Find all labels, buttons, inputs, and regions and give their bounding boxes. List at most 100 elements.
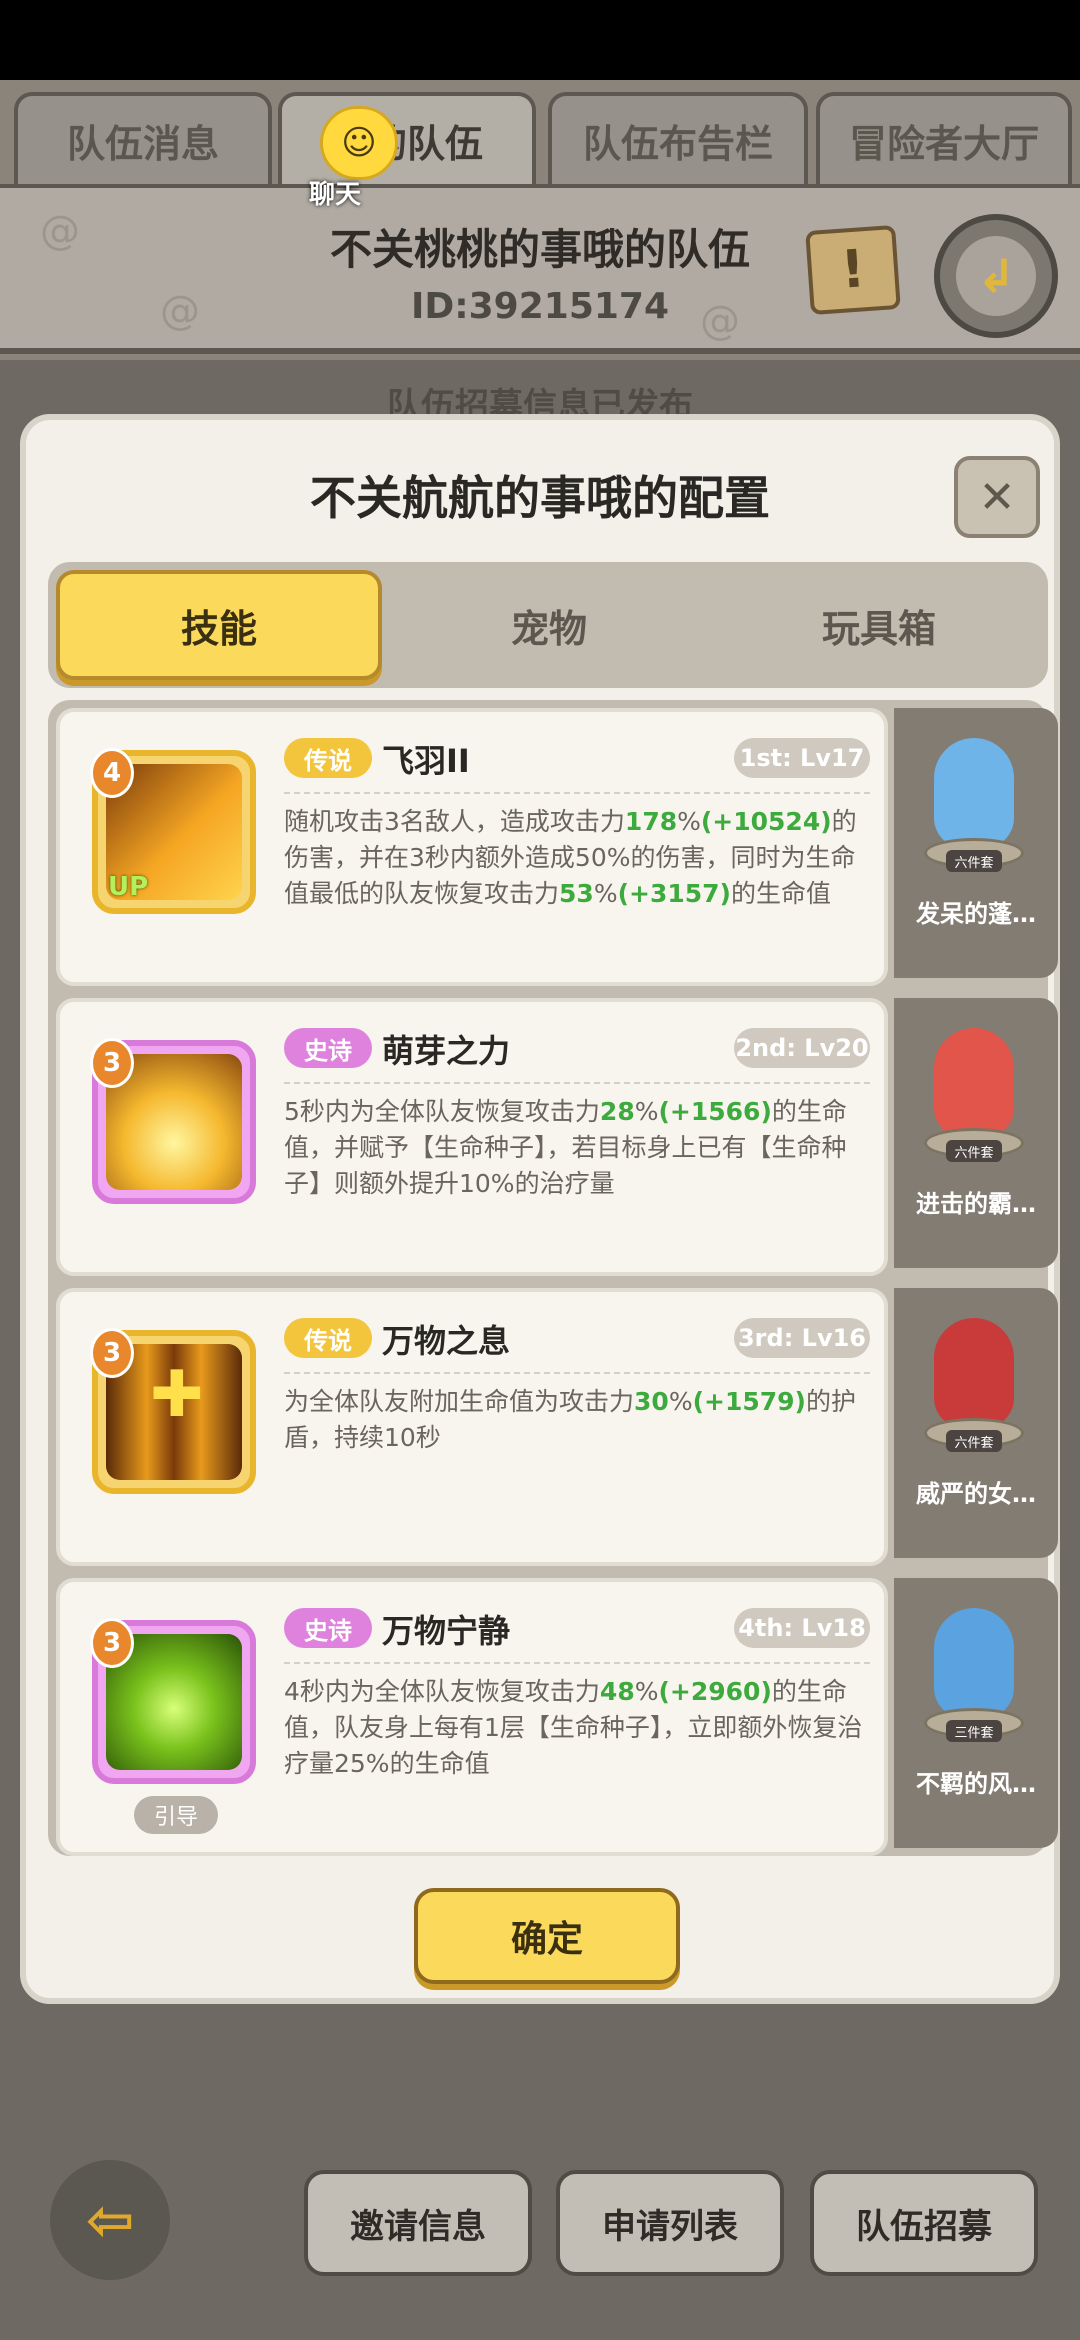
skill-name: 万物宁静 (382, 1612, 511, 1650)
pet-panel[interactable]: 六件套 进击的霸… (894, 998, 1058, 1268)
team-header: @ @ @ 不关桃桃的事哦的队伍 ID:39215174 ! ↲ (0, 184, 1080, 354)
bottom-bar: ⇦ 邀请信息 申请列表 队伍招募 (0, 2120, 1080, 2340)
tab-team-board[interactable]: 队伍布告栏 (548, 92, 808, 184)
skill-icon: 3 (90, 1038, 256, 1204)
chat-button[interactable]: ☺ 聊天 (300, 106, 424, 210)
tab-toybox[interactable]: 玩具箱 (716, 570, 1042, 680)
set-badge: 六件套 (946, 850, 1002, 872)
desc-value: (+10524) (700, 807, 832, 836)
desc-value: 30 (634, 1387, 669, 1416)
config-modal: 不关航航的事哦的配置 ✕ 技能 宠物 玩具箱 六件套 发呆的蓬… 六件套 进击的… (20, 414, 1060, 2004)
tab-team-messages[interactable]: 队伍消息 (14, 92, 272, 184)
channel-tag: 引导 (134, 1796, 218, 1834)
desc-text: % (634, 1097, 659, 1126)
exit-team-button[interactable]: ↲ (934, 214, 1058, 338)
pet-figure-body (934, 1608, 1014, 1718)
skill-description: 4秒内为全体队友恢复攻击力48%(+2960)的生命值，队友身上每有1层【生命种… (284, 1674, 876, 1782)
rarity-badge: 史诗 (284, 1608, 372, 1648)
invite-info-button[interactable]: 邀请信息 (304, 2170, 532, 2276)
status-bar (0, 0, 1080, 80)
desc-text: 随机攻击3名敌人，造成攻击力 (284, 807, 625, 836)
desc-value: (+2960) (658, 1677, 772, 1706)
desc-value: (+1566) (658, 1097, 772, 1126)
skill-name: 萌芽之力 (382, 1032, 511, 1070)
desc-text: % (677, 807, 701, 836)
team-recruit-button[interactable]: 队伍招募 (810, 2170, 1038, 2276)
desc-text: 的生命值 (730, 879, 831, 908)
pet-figure-body (934, 1318, 1014, 1428)
desc-value: 178 (624, 807, 678, 836)
exit-arrow-icon: ↲ (956, 236, 1036, 316)
pet-name: 发呆的蓬… (916, 900, 1036, 928)
desc-text: % (593, 879, 618, 908)
rarity-badge: 传说 (284, 1318, 372, 1358)
skill-description: 为全体队友附加生命值为攻击力30%(+1579)的护盾，持续10秒 (284, 1384, 876, 1456)
pet-figure: 六件套 (916, 1318, 1032, 1458)
pet-name: 不羁的风… (916, 1770, 1036, 1798)
divider (284, 1662, 870, 1664)
pet-figure: 六件套 (916, 1028, 1032, 1168)
desc-text: 4秒内为全体队友恢复攻击力 (284, 1677, 600, 1706)
pet-figure-body (934, 1028, 1014, 1138)
skill-level-badge: 3 (90, 1618, 134, 1668)
pet-panel[interactable]: 六件套 发呆的蓬… (894, 708, 1058, 978)
config-tabs: 技能 宠物 玩具箱 (48, 562, 1048, 688)
desc-text: % (668, 1387, 693, 1416)
tab-adventurer-hall[interactable]: 冒险者大厅 (816, 92, 1072, 184)
skill-level-badge: 4 (90, 748, 134, 798)
skill-name: 飞羽II (382, 742, 470, 780)
desc-text: 5秒内为全体队友恢复攻击力 (284, 1097, 600, 1126)
back-button[interactable]: ⇦ (50, 2160, 170, 2280)
divider (284, 792, 870, 794)
upgrade-tag: UP (108, 872, 149, 902)
team-name: 不关桃桃的事哦的队伍 (329, 225, 750, 274)
desc-value: (+1579) (692, 1387, 806, 1416)
desc-text: 为全体队友附加生命值为攻击力 (284, 1387, 635, 1416)
skill-slot-level: 4th: Lv18 (734, 1608, 870, 1648)
skill-description: 5秒内为全体队友恢复攻击力28%(+1566)的生命值，并赋予【生命种子】，若目… (284, 1094, 876, 1202)
skill-icon: 4 UP (90, 748, 256, 914)
skill-card[interactable]: 3 引导 史诗 万物宁静 4th: Lv18 4秒内为全体队友恢复攻击力48%(… (56, 1578, 888, 1856)
skill-card[interactable]: 3 史诗 萌芽之力 2nd: Lv20 5秒内为全体队友恢复攻击力28%(+15… (56, 998, 888, 1276)
pet-figure-body (934, 738, 1014, 848)
set-badge: 三件套 (946, 1720, 1002, 1742)
divider (284, 1082, 870, 1084)
skill-slot-level: 2nd: Lv20 (734, 1028, 870, 1068)
skill-slot-level: 3rd: Lv16 (734, 1318, 870, 1358)
set-badge: 六件套 (946, 1140, 1002, 1162)
pet-name: 进击的霸… (916, 1190, 1036, 1218)
pet-figure: 三件套 (916, 1608, 1032, 1748)
rarity-badge: 史诗 (284, 1028, 372, 1068)
smiley-icon: ☺ (320, 106, 398, 180)
tab-pets[interactable]: 宠物 (386, 570, 712, 680)
skill-icon: ✚ 3 (90, 1328, 256, 1494)
skill-icon: 3 (90, 1618, 256, 1784)
skill-slot-level: 1st: Lv17 (734, 738, 870, 778)
desc-text: % (634, 1677, 659, 1706)
team-id: ID:39215174 (410, 286, 670, 327)
skill-card[interactable]: ✚ 3 传说 万物之息 3rd: Lv16 为全体队友附加生命值为攻击力30%(… (56, 1288, 888, 1566)
pet-panel[interactable]: 六件套 威严的女… (894, 1288, 1058, 1558)
divider (284, 1372, 870, 1374)
tab-skills[interactable]: 技能 (56, 570, 382, 680)
desc-value: 28 (599, 1097, 635, 1126)
desc-value: 53 (559, 879, 594, 908)
skill-name: 万物之息 (382, 1322, 511, 1360)
chat-label: 聊天 (308, 180, 361, 210)
pet-name: 威严的女… (916, 1480, 1036, 1508)
modal-title: 不关航航的事哦的配置 (310, 471, 770, 525)
pet-panel[interactable]: 三件套 不羁的风… (894, 1578, 1058, 1848)
close-icon: ✕ (978, 471, 1016, 523)
skill-description: 随机攻击3名敌人，造成攻击力178%(+10524)的伤害，并在3秒内额外造成5… (284, 804, 876, 912)
application-list-button[interactable]: 申请列表 (556, 2170, 784, 2276)
close-button[interactable]: ✕ (954, 456, 1040, 538)
skill-card[interactable]: 4 UP 传说 飞羽II 1st: Lv17 随机攻击3名敌人，造成攻击力178… (56, 708, 888, 986)
team-tabs: 队伍消息 我的队伍 队伍布告栏 冒险者大厅 (0, 88, 1080, 188)
set-badge: 六件套 (946, 1430, 1002, 1452)
confirm-button[interactable]: 确定 (414, 1888, 680, 1984)
plus-icon: ✚ (150, 1358, 204, 1432)
skill-level-badge: 3 (90, 1038, 134, 1088)
pet-figure: 六件套 (916, 738, 1032, 878)
notice-scroll-icon[interactable]: ! (805, 224, 901, 316)
skill-level-badge: 3 (90, 1328, 134, 1378)
